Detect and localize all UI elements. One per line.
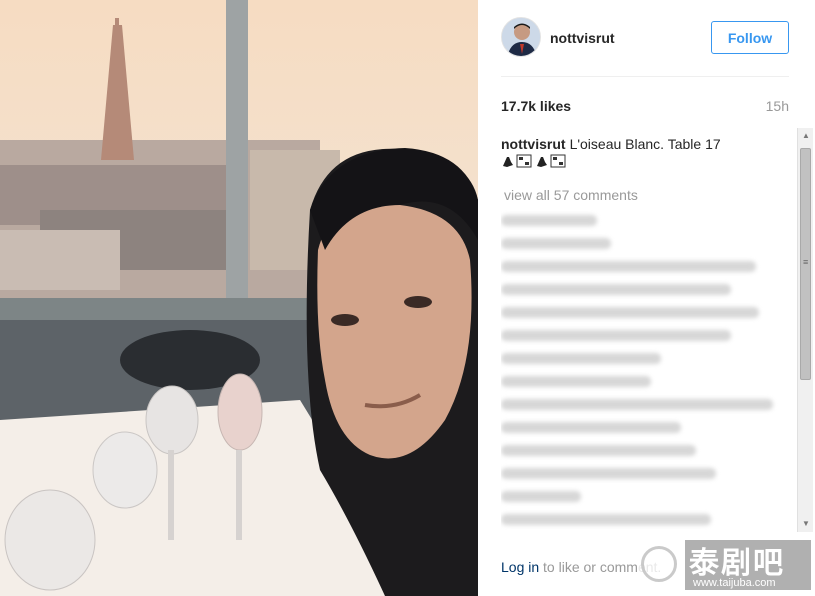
comment-line [501,468,716,479]
comment-line [501,491,581,502]
caption: nottvisrut L'oiseau Blanc. Table 17 [501,136,793,169]
comment-line [501,399,773,410]
scrollbar-thumb[interactable]: ≡ [800,148,811,380]
scroll-up-icon[interactable]: ▲ [798,128,814,144]
emoji-icon [503,154,566,168]
view-all-comments-link[interactable]: view all 57 comments [504,187,793,203]
avatar-icon [502,18,540,56]
photo-illustration [0,0,478,596]
comment-line [501,445,696,456]
comment-line [501,353,661,364]
caption-text: L'oiseau Blanc. Table 17 [569,136,721,152]
comments-scroll-area[interactable]: nottvisrut L'oiseau Blanc. Table 17 view … [501,128,793,532]
post-time: 15h [765,98,789,114]
watermark-url: www.taijuba.com [693,577,776,589]
comment-line [501,284,731,295]
comment-line [501,261,756,272]
username[interactable]: nottvisrut [550,30,615,46]
avatar[interactable] [501,17,541,57]
comments-scrollbar[interactable]: ▲ ≡ ▼ [797,128,813,532]
comment-line [501,238,611,249]
post-modal: nottvisrut Follow 17.7k likes 15h nottvi… [0,0,815,596]
scrollbar-grip-icon: ≡ [803,257,809,267]
blurred-comments [501,215,793,525]
scroll-down-icon[interactable]: ▼ [798,516,814,532]
login-link[interactable]: Log in [501,559,539,575]
caption-emoji-row [501,153,793,169]
post-header: nottvisrut Follow [501,17,789,59]
likes-count[interactable]: 17.7k likes [501,98,571,114]
watermark-logo-icon [641,546,677,582]
watermark-title: 泰剧吧 [689,546,785,581]
comment-line [501,376,651,387]
caption-username[interactable]: nottvisrut [501,136,566,152]
header-divider [501,76,789,77]
comment-line [501,215,597,226]
watermark: 泰剧吧 www.taijuba.com [637,536,815,596]
comment-line [501,330,731,341]
follow-button[interactable]: Follow [711,21,789,54]
post-sidebar: nottvisrut Follow 17.7k likes 15h nottvi… [478,0,815,596]
comment-line [501,307,759,318]
comment-line [501,514,711,525]
comment-line [501,422,681,433]
post-photo[interactable] [0,0,478,596]
